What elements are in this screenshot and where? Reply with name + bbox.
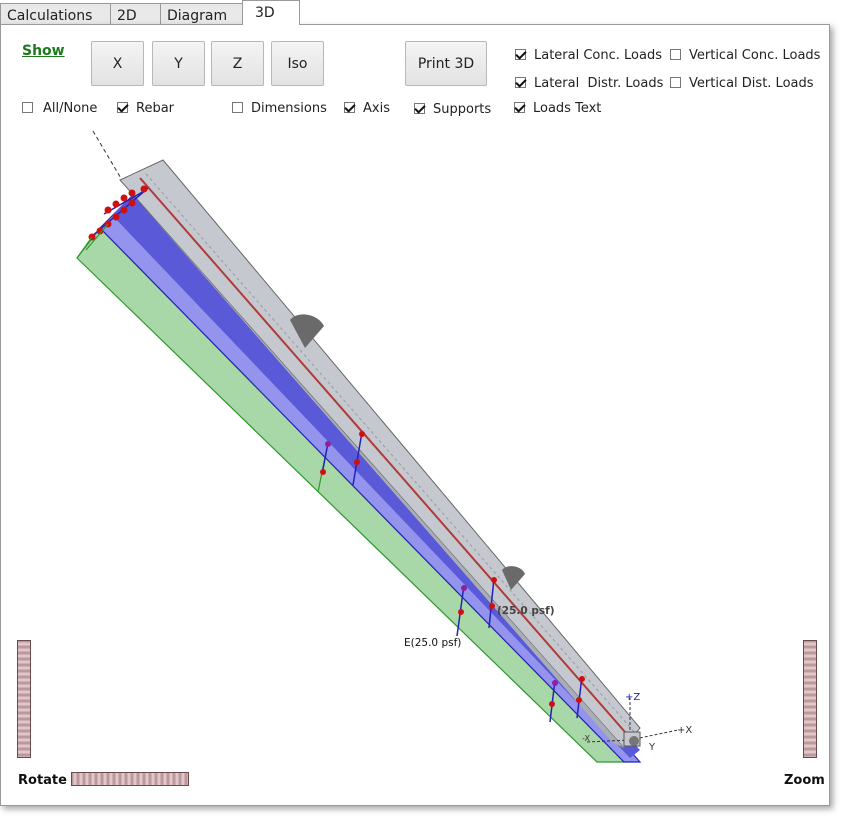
zoom-slider[interactable] — [803, 640, 817, 758]
print-3d-button[interactable]: Print 3D — [405, 41, 487, 86]
checkbox-box[interactable] — [232, 102, 243, 113]
checkbox-box[interactable] — [515, 77, 526, 88]
checkbox-box[interactable] — [414, 103, 425, 114]
loads-text-checkbox[interactable]: Loads Text — [514, 101, 601, 116]
rebar-line — [139, 177, 633, 741]
checkbox-label: Supports — [433, 102, 492, 117]
axis-z-label: +Z — [625, 692, 640, 703]
axis-checkbox[interactable]: Axis — [344, 101, 390, 116]
vertical-conc-loads-checkbox[interactable]: Vertical Conc. Loads — [670, 48, 820, 63]
load-text-1: E(25.0 psf) — [404, 637, 461, 649]
left-vertical-slider[interactable] — [17, 640, 31, 758]
supports-checkbox[interactable]: Supports — [414, 102, 491, 117]
all-none-checkbox[interactable]: All/None — [22, 101, 97, 116]
view-x-button[interactable]: X — [91, 41, 144, 86]
view-y-button[interactable]: Y — [152, 41, 205, 86]
checkbox-box[interactable] — [344, 102, 355, 113]
tab-3d[interactable]: 3D — [242, 0, 300, 25]
axis-negx-label: -X — [582, 734, 590, 743]
tab-label: 3D — [255, 5, 275, 21]
checkbox-box[interactable] — [670, 49, 681, 60]
rotate-label: Rotate — [18, 773, 67, 788]
checkbox-label: Axis — [363, 101, 390, 116]
axis-dashed-line — [92, 130, 123, 181]
checkbox-label: Rebar — [136, 101, 175, 116]
load-text-2: (25.0 psf) — [497, 605, 555, 617]
checkbox-label: All/None — [43, 101, 98, 116]
checkbox-label: Loads Text — [533, 101, 602, 116]
checkbox-label: Lateral Distr. Loads — [534, 76, 664, 91]
show-link[interactable]: Show — [22, 43, 65, 59]
lateral-conc-loads-checkbox[interactable]: Lateral Conc. Loads — [515, 48, 662, 63]
checkbox-label: Vertical Dist. Loads — [689, 76, 814, 91]
checkbox-box[interactable] — [117, 102, 128, 113]
checkbox-label: Lateral Conc. Loads — [534, 48, 663, 63]
checkbox-box[interactable] — [22, 102, 33, 113]
view-z-button[interactable]: Z — [211, 41, 264, 86]
checkbox-box[interactable] — [514, 102, 525, 113]
rotate-slider[interactable] — [71, 772, 189, 786]
dimensions-checkbox[interactable]: Dimensions — [232, 101, 327, 116]
3d-viewport[interactable]: E(25.0 psf) (25.0 psf) +Z +X Y -X — [0, 0, 845, 821]
checkbox-label: Vertical Conc. Loads — [689, 48, 821, 63]
view-iso-button[interactable]: Iso — [271, 41, 324, 86]
zoom-label: Zoom — [784, 773, 825, 788]
axis-y-label: Y — [648, 742, 656, 753]
checkbox-box[interactable] — [515, 49, 526, 60]
green-beam-face — [76, 227, 626, 763]
vertical-dist-loads-checkbox[interactable]: Vertical Dist. Loads — [670, 76, 814, 91]
checkbox-label: Dimensions — [251, 101, 327, 116]
axis-x-label: +X — [677, 725, 692, 736]
checkbox-box[interactable] — [670, 77, 681, 88]
rebar-checkbox[interactable]: Rebar — [117, 101, 174, 116]
lateral-distr-loads-checkbox[interactable]: Lateral Distr. Loads — [515, 76, 663, 91]
